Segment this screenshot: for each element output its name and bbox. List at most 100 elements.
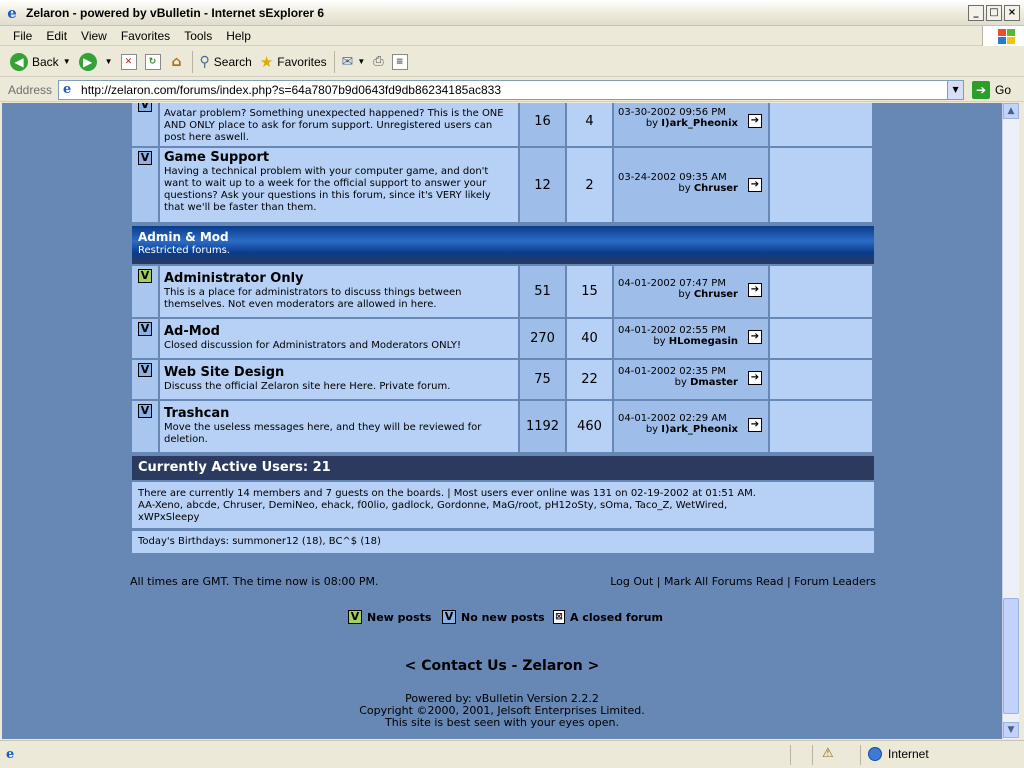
forum-row: V Ad-Mod Closed discussion for Administr… <box>132 319 874 360</box>
chevron-down-icon[interactable]: ▼ <box>357 57 365 66</box>
go-button[interactable]: ➔ Go <box>972 80 1011 99</box>
last-post-date: 03-30-2002 09:56 PM <box>618 107 726 118</box>
forum-threads: 460 <box>567 401 614 454</box>
last-post-user[interactable]: I)ark_Pheonix <box>661 424 738 435</box>
contact-us-link[interactable]: < Contact Us - Zelaron > <box>2 658 1002 674</box>
maximize-button[interactable]: □ <box>986 4 1002 21</box>
last-post-by: by Chruser <box>618 289 764 300</box>
last-post-user[interactable]: I)ark_Pheonix <box>661 118 738 129</box>
star-icon: ★ <box>259 52 274 71</box>
go-arrow-icon: ➔ <box>972 80 991 99</box>
security-zone: Internet <box>868 747 929 761</box>
edit-button[interactable]: ≡ <box>388 50 412 74</box>
forum-description: This is a place for administrators to di… <box>164 287 462 310</box>
forum-row: V Game Support Having a technical proble… <box>132 148 874 224</box>
stop-button[interactable]: ✕ <box>117 50 141 74</box>
last-post-user[interactable]: HLomegasin <box>669 336 738 347</box>
forum-title-link[interactable]: Administrator Only <box>164 271 514 287</box>
legend-new-posts: V New posts <box>348 610 431 624</box>
last-post-cell: 04-01-2002 02:35 PM by Dmaster ➔ <box>614 360 770 401</box>
menu-favorites[interactable]: Favorites <box>114 29 177 43</box>
forum-title-link[interactable]: Web Site Design <box>164 365 514 381</box>
menu-help[interactable]: Help <box>219 29 258 43</box>
menu-tools[interactable]: Tools <box>177 29 219 43</box>
scroll-up-button[interactable]: ▲ <box>1003 103 1019 119</box>
back-button[interactable]: ◀ Back ▼ <box>6 50 75 74</box>
status-separator <box>860 745 861 765</box>
privacy-icon[interactable]: ⚠ <box>822 746 834 761</box>
home-button[interactable]: ⌂ <box>165 50 189 74</box>
forum-status-cell: V <box>132 360 160 401</box>
globe-icon <box>868 747 882 761</box>
last-post-by: by Dmaster <box>618 377 764 388</box>
minimize-button[interactable]: _ <box>968 4 984 21</box>
favorites-button[interactable]: ★ Favorites <box>256 50 331 74</box>
by-label: by <box>645 118 659 129</box>
last-post-by: by I)ark_Pheonix <box>618 118 764 129</box>
last-post-user[interactable]: Chruser <box>694 289 738 300</box>
chevron-down-icon[interactable]: ▼ <box>63 57 71 66</box>
window-title: Zelaron - powered by vBulletin - Interne… <box>26 5 325 20</box>
last-post-date: 04-01-2002 02:35 PM <box>618 366 726 377</box>
forum-description: Move the useless messages here, and they… <box>164 422 482 445</box>
last-post-user[interactable]: Chruser <box>694 183 738 194</box>
print-button[interactable]: ⎙ <box>369 50 387 74</box>
address-url[interactable]: http://zelaron.com/forums/index.php?s=64… <box>81 83 501 97</box>
mail-icon: ✉ <box>341 53 354 70</box>
category-header: Admin & Mod Restricted forums. <box>132 226 874 264</box>
ie-icon: e <box>7 3 17 22</box>
chevron-down-icon[interactable]: ▼ <box>105 57 113 66</box>
tagline: This site is best seen with your eyes op… <box>385 716 619 729</box>
forum-title-link[interactable]: Ad-Mod <box>164 324 514 340</box>
online-users-list[interactable]: AA-Xeno, abcde, Chruser, DemiNeo, ehack,… <box>138 500 868 524</box>
legend-closed-forum: ⊠ A closed forum <box>553 610 663 624</box>
forward-button[interactable]: ▶ ▼ <box>75 50 117 74</box>
forum-threads: 40 <box>567 319 614 360</box>
old-posts-icon: V <box>138 404 152 418</box>
forum-description: Discuss the official Zelaron site here H… <box>164 381 451 392</box>
forum-status-cell: V <box>132 319 160 360</box>
forum-status-cell: V <box>132 266 160 319</box>
scroll-thumb[interactable] <box>1003 598 1019 714</box>
forum-posts: 1192 <box>520 401 567 454</box>
by-label: by <box>678 183 691 194</box>
online-users-line[interactable]: AA-Xeno, abcde, Chruser, DemiNeo, ehack,… <box>138 500 727 511</box>
menu-edit[interactable]: Edit <box>39 29 74 43</box>
address-input[interactable]: e http://zelaron.com/forums/index.php?s=… <box>58 79 965 100</box>
go-to-last-post-icon[interactable]: ➔ <box>748 283 762 297</box>
forum-info-cell: Game Support Having a technical problem … <box>160 148 520 224</box>
forum-row: V Trashcan Move the useless messages her… <box>132 401 874 454</box>
go-to-last-post-icon[interactable]: ➔ <box>748 418 762 432</box>
forum-row: V Web Site Design Discuss the official Z… <box>132 360 874 401</box>
scroll-down-button[interactable]: ▼ <box>1003 722 1019 738</box>
old-posts-icon: V <box>138 363 152 377</box>
go-to-last-post-icon[interactable]: ➔ <box>748 330 762 344</box>
by-label: by <box>645 424 659 435</box>
go-to-last-post-icon[interactable]: ➔ <box>748 371 762 385</box>
stop-icon: ✕ <box>120 53 137 70</box>
status-separator <box>812 745 813 765</box>
menu-view[interactable]: View <box>74 29 114 43</box>
go-to-last-post-icon[interactable]: ➔ <box>748 178 762 192</box>
refresh-button[interactable]: ↻ <box>141 50 165 74</box>
mail-button[interactable]: ✉ ▼ <box>338 50 370 74</box>
vertical-scrollbar[interactable]: ▲ ▼ <box>1002 103 1019 739</box>
search-button[interactable]: ⚲ Search <box>196 50 256 74</box>
last-post-user[interactable]: Dmaster <box>690 377 738 388</box>
forum-posts: 75 <box>520 360 567 401</box>
forum-info-cell: Administrator Only This is a place for a… <box>160 266 520 319</box>
legend-closed-label: A closed forum <box>570 610 663 624</box>
refresh-icon: ↻ <box>144 53 161 70</box>
moderator-cell <box>770 103 874 148</box>
forum-title-link[interactable]: Game Support <box>164 150 514 166</box>
menu-file[interactable]: File <box>6 29 39 43</box>
online-users-line[interactable]: xWPxSleepy <box>138 512 199 523</box>
address-label: Address <box>8 82 53 97</box>
category-title-link[interactable]: Admin & Mod <box>138 230 868 245</box>
go-to-last-post-icon[interactable]: ➔ <box>748 114 762 128</box>
forum-description: Avatar problem? Something unexpected hap… <box>164 108 504 143</box>
forum-title-link[interactable]: Trashcan <box>164 406 514 422</box>
chevron-down-icon[interactable]: ▼ <box>947 80 964 99</box>
close-button[interactable]: × <box>1004 4 1020 21</box>
footer-links[interactable]: Log Out | Mark All Forums Read | Forum L… <box>610 575 876 588</box>
